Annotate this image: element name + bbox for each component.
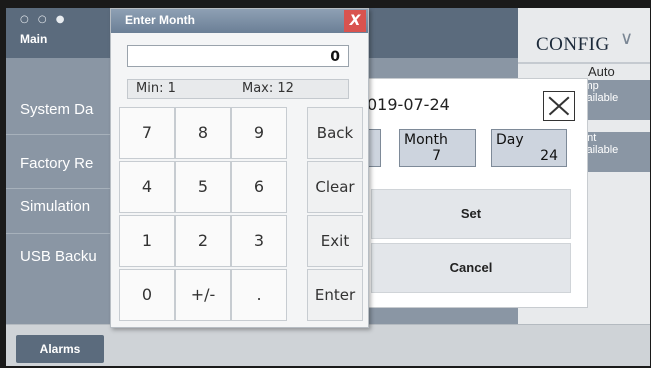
key-9[interactable]: 9 [231, 107, 287, 159]
clear-button[interactable]: Clear [307, 161, 363, 213]
field-label: Month [404, 132, 448, 148]
date-readout: 019-07-24 [367, 95, 450, 114]
field-value: 7 [432, 148, 441, 164]
cancel-button[interactable]: Cancel [371, 243, 571, 293]
max-label: Max: 12 [242, 81, 294, 96]
key-7[interactable]: 7 [119, 107, 175, 159]
menu-item-usb-backup[interactable]: USB Backu [20, 248, 97, 265]
mode-label: Auto [588, 64, 615, 79]
keypad-value-input[interactable]: 0 [127, 45, 349, 67]
enter-button[interactable]: Enter [307, 269, 363, 321]
main-tab[interactable]: ○ ○ ● Main [12, 8, 107, 58]
close-icon[interactable]: X [344, 10, 366, 32]
key-2[interactable]: 2 [175, 215, 231, 267]
key-5[interactable]: 5 [175, 161, 231, 213]
config-title[interactable]: CONFIG [536, 34, 610, 56]
exit-button[interactable]: Exit [307, 215, 363, 267]
key-3[interactable]: 3 [231, 215, 287, 267]
set-button[interactable]: Set [371, 189, 571, 239]
key-8[interactable]: 8 [175, 107, 231, 159]
main-tab-label: Main [20, 32, 48, 46]
key-6[interactable]: 6 [231, 161, 287, 213]
bottom-bar: Alarms [6, 324, 650, 366]
chevron-down-icon[interactable]: ∨ [620, 28, 633, 49]
field-value: 24 [540, 148, 558, 164]
min-label: Min: 1 [136, 81, 176, 96]
close-icon[interactable] [543, 91, 575, 121]
key-1[interactable]: 1 [119, 215, 175, 267]
keypad-range: Min: 1 Max: 12 [127, 79, 349, 99]
page-indicator-dots: ○ ○ ● [20, 14, 68, 25]
keypad-title-bar: Enter Month [111, 9, 368, 33]
keypad-title: Enter Month [125, 13, 195, 27]
sign-toggle-key[interactable]: +/- [175, 269, 231, 321]
month-field[interactable]: Month 7 [399, 129, 476, 167]
field-label: Day [496, 132, 524, 148]
day-field[interactable]: Day 24 [491, 129, 567, 167]
menu-item-system-date[interactable]: System Da [20, 101, 93, 118]
menu-item-factory-reset[interactable]: Factory Re [20, 155, 93, 172]
alarms-button[interactable]: Alarms [16, 335, 104, 363]
key-0[interactable]: 0 [119, 269, 175, 321]
menu-item-simulation[interactable]: Simulation [20, 198, 90, 215]
hmi-screen: ○ ○ ● Main System Da Factory Re Simulati… [6, 8, 650, 366]
back-button[interactable]: Back [307, 107, 363, 159]
date-dialog: 019-07-24 Month 7 Day 24 Set Cancel [357, 78, 588, 308]
divider [518, 62, 650, 64]
numeric-keypad-dialog: Enter Month X 0 Min: 1 Max: 12 7 8 9 Bac… [110, 8, 369, 328]
decimal-key[interactable]: . [231, 269, 287, 321]
key-4[interactable]: 4 [119, 161, 175, 213]
